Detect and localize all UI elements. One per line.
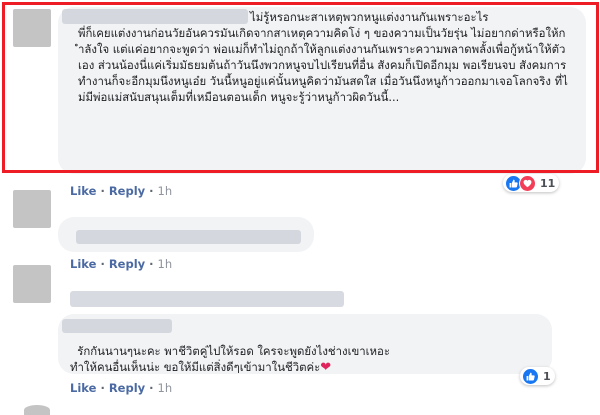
like-button[interactable]: Like (70, 184, 96, 198)
like-button[interactable]: Like (70, 381, 96, 395)
reaction-summary[interactable]: 1 (520, 367, 555, 385)
commenter-name[interactable] (76, 230, 301, 244)
reaction-count: 1 (543, 369, 551, 383)
comment-actions: Like · Reply · 1h (70, 381, 173, 395)
love-reaction-icon (519, 174, 536, 192)
commenter-avatar[interactable] (24, 405, 50, 415)
reaction-summary[interactable]: 11 (503, 174, 560, 192)
comment-text: ไม่รู้หรอกนะสาเหตุพวกหนูแต่งงานกันเพราะอ… (78, 10, 568, 104)
reaction-count: 11 (540, 176, 556, 190)
reply-button[interactable]: Reply (109, 381, 145, 395)
comment-text-content: รักกันนานๆนะคะ พาชีวิตคู่ไปให้รอด ใครจะพ… (70, 344, 391, 374)
commenter-name[interactable] (70, 291, 344, 307)
commenter-avatar[interactable] (13, 190, 51, 228)
reply-button[interactable]: Reply (109, 257, 145, 271)
reply-button[interactable]: Reply (109, 184, 145, 198)
comment-time[interactable]: 1h (158, 184, 173, 198)
like-reaction-icon (522, 367, 539, 385)
commenter-avatar[interactable] (13, 265, 51, 303)
comment-time[interactable]: 1h (158, 381, 173, 395)
heart-emoji: ❤ (320, 360, 332, 375)
commenter-avatar[interactable] (13, 9, 51, 47)
comment-actions: Like · Reply · 1h (70, 184, 173, 198)
comment-text: รักกันนานๆนะคะ พาชีวิตคู่ไปให้รอด ใครจะพ… (70, 327, 545, 376)
like-button[interactable]: Like (70, 257, 96, 271)
comment-actions: Like · Reply · 1h (70, 257, 173, 271)
comment-time[interactable]: 1h (158, 257, 173, 271)
